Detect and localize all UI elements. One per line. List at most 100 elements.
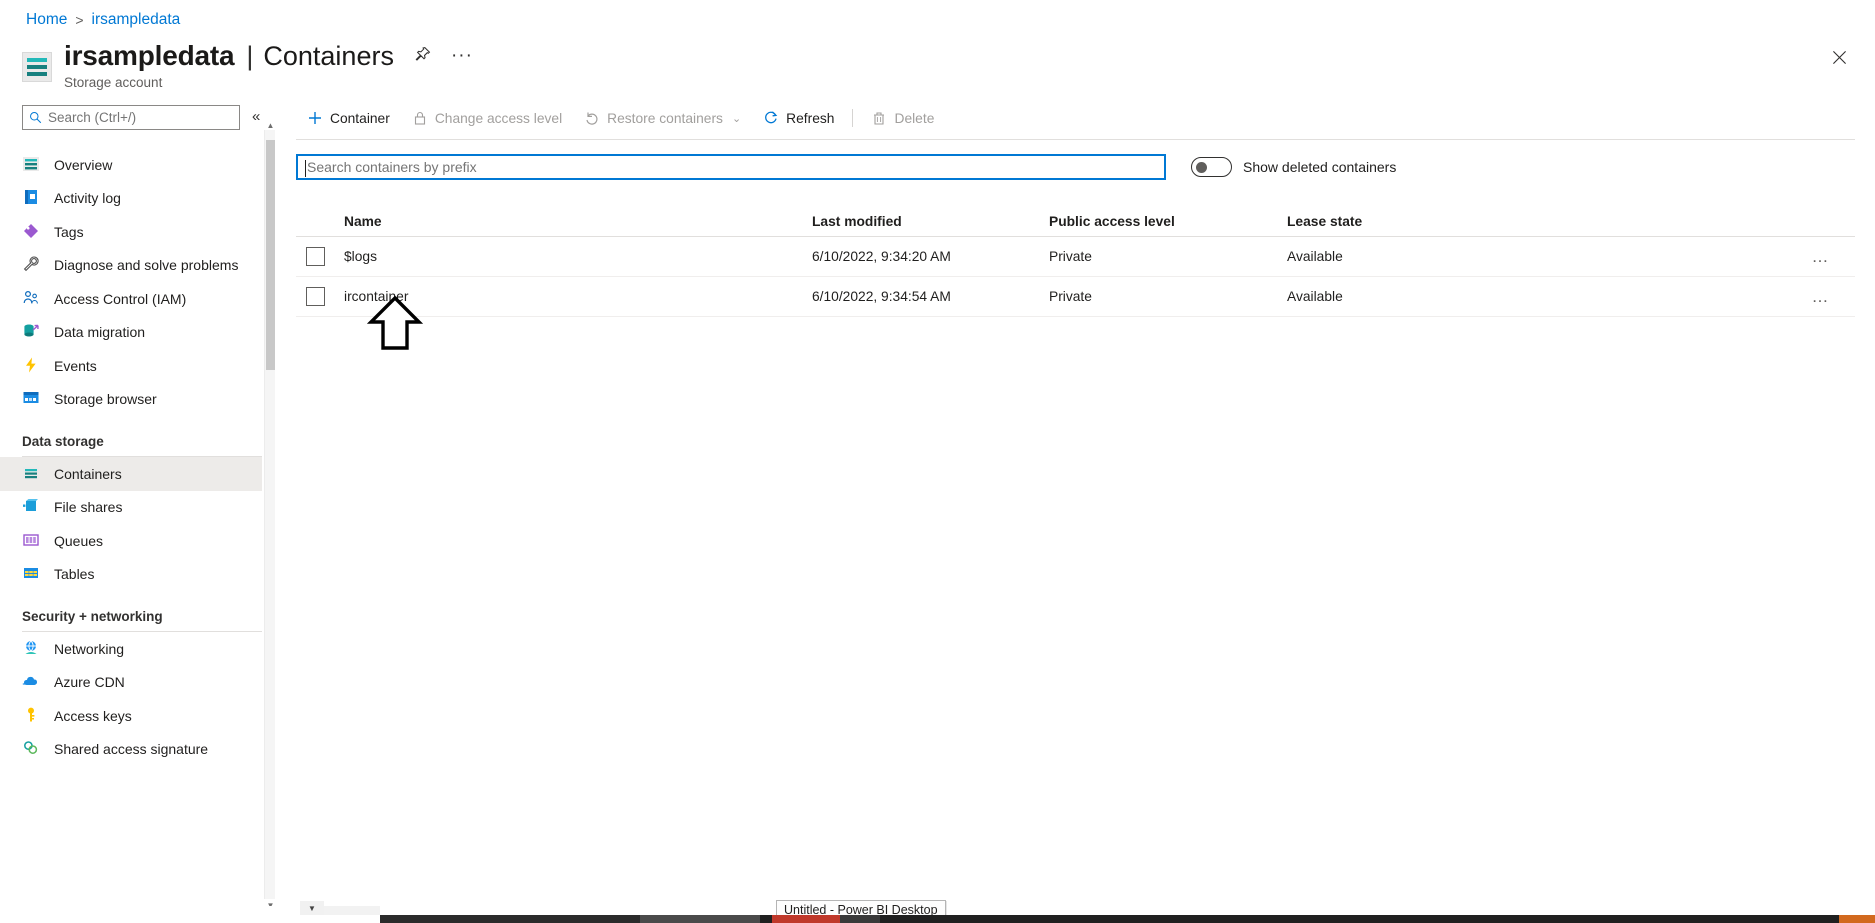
annotation-up-arrow-icon <box>366 295 424 357</box>
refresh-button[interactable]: Refresh <box>752 103 845 133</box>
events-icon <box>22 356 42 376</box>
sidebar-item-label: Access keys <box>54 707 132 724</box>
sidebar-item-file-shares[interactable]: File shares <box>0 491 262 525</box>
cell-name[interactable]: $logs <box>344 249 812 264</box>
azure-portal-containers-page: Home > irsampledata irsampledata | Conta… <box>0 0 1875 923</box>
key-icon <box>22 706 42 726</box>
add-container-button[interactable]: Container <box>296 103 401 133</box>
row-more-options-icon[interactable]: … <box>1812 287 1831 306</box>
page-title-row: irsampledata | Containers ··· Storage ac… <box>22 40 1855 92</box>
link-icon <box>22 739 42 759</box>
delete-label: Delete <box>894 110 935 126</box>
taskbar-segment-active[interactable] <box>1839 915 1875 923</box>
sidebar-item-label: Queues <box>54 532 104 549</box>
main-content: Container Change access level Restore co… <box>296 100 1855 907</box>
prefix-search-input[interactable] <box>304 159 1158 175</box>
sidebar-item-label: Tags <box>54 223 84 240</box>
sidebar-item-azure-cdn[interactable]: Azure CDN <box>0 666 262 700</box>
close-icon[interactable] <box>1825 43 1853 71</box>
sidebar-item-label: Networking <box>54 640 125 657</box>
toolbar-rule <box>296 139 1855 140</box>
taskbar-segment-recording[interactable] <box>772 915 840 923</box>
sidebar-item-networking[interactable]: Networking <box>0 632 262 666</box>
table-row[interactable]: ircontainer 6/10/2022, 9:34:54 AM Privat… <box>296 277 1855 317</box>
toolbar-divider <box>852 109 854 127</box>
sidebar-item-containers[interactable]: Containers <box>0 457 262 491</box>
row-checkbox[interactable] <box>306 247 325 266</box>
taskbar-segment[interactable] <box>380 915 640 923</box>
sidebar-item-data-migration[interactable]: Data migration <box>0 316 262 350</box>
sidebar-item-label: Events <box>54 357 97 374</box>
sidebar-group-security-networking: Security + networking <box>22 609 163 624</box>
sidebar-item-access-control[interactable]: Access Control (IAM) <box>0 282 262 316</box>
sidebar-item-access-keys[interactable]: Access keys <box>0 699 262 733</box>
refresh-label: Refresh <box>786 110 835 126</box>
taskbar-caret-icon[interactable]: ▼ <box>300 901 324 915</box>
pin-icon[interactable] <box>414 46 431 68</box>
sidebar-item-tables[interactable]: Tables <box>0 558 262 592</box>
tables-icon <box>22 564 42 584</box>
prefix-search-field[interactable] <box>296 154 1166 180</box>
sidebar-item-label: Storage browser <box>54 391 157 408</box>
sidebar-item-events[interactable]: Events <box>0 349 262 383</box>
row-checkbox[interactable] <box>306 287 325 306</box>
table-row[interactable]: $logs 6/10/2022, 9:34:20 AM Private Avai… <box>296 237 1855 277</box>
sidebar-scrollbar[interactable]: ▲ ▼ <box>264 121 275 910</box>
sidebar-item-label: Tables <box>54 566 95 583</box>
search-icon <box>29 111 42 124</box>
sidebar-item-queues[interactable]: Queues <box>0 524 262 558</box>
cell-lease-state: Available <box>1287 289 1343 304</box>
horizontal-scrollbar-thumb[interactable] <box>0 906 300 915</box>
restore-icon <box>584 110 600 126</box>
scroll-up-arrow-icon[interactable]: ▲ <box>265 120 276 131</box>
more-options-icon[interactable]: ··· <box>451 45 473 67</box>
row-more-options-icon[interactable]: … <box>1812 247 1831 266</box>
lock-icon <box>412 110 428 126</box>
column-header-last-modified[interactable]: Last modified <box>812 214 1049 229</box>
sidebar-scrollbar-thumb[interactable] <box>266 140 275 370</box>
show-deleted-containers-toggle[interactable] <box>1191 157 1232 177</box>
sidebar-search-box[interactable] <box>22 105 240 130</box>
title-divider: | <box>246 41 254 71</box>
taskbar-segment[interactable] <box>640 915 760 923</box>
sidebar-nav-list: Overview Activity log Tags Diagnose and … <box>0 140 262 766</box>
row-menu-cell: … <box>1795 247 1855 267</box>
breadcrumb-current-link[interactable]: irsampledata <box>92 11 181 29</box>
sidebar-item-label: File shares <box>54 499 123 516</box>
sidebar-item-overview[interactable]: Overview <box>0 148 262 182</box>
networking-icon <box>22 639 42 659</box>
restore-containers-button[interactable]: Restore containers ⌄ <box>573 103 752 133</box>
taskbar-segment[interactable] <box>840 915 880 923</box>
plus-icon <box>307 110 323 126</box>
change-access-level-label: Change access level <box>434 110 563 126</box>
sidebar-item-activity-log[interactable]: Activity log <box>0 182 262 216</box>
sidebar: Overview Activity log Tags Diagnose and … <box>0 100 262 907</box>
page-section-title: Containers <box>263 41 394 71</box>
text-caret <box>305 160 306 177</box>
collapse-sidebar-button[interactable]: « <box>252 108 260 125</box>
delete-button[interactable]: Delete <box>860 103 945 133</box>
storage-browser-icon <box>22 389 42 409</box>
breadcrumb: Home > irsampledata <box>26 11 180 29</box>
column-header-public-access-level[interactable]: Public access level <box>1049 214 1287 229</box>
sidebar-item-tags[interactable]: Tags <box>0 215 262 249</box>
sidebar-item-label: Data migration <box>54 324 146 341</box>
sidebar-item-storage-browser[interactable]: Storage browser <box>0 383 262 417</box>
sidebar-item-label: Overview <box>54 156 113 173</box>
change-access-level-button[interactable]: Change access level <box>401 103 573 133</box>
sidebar-search-input[interactable] <box>48 110 233 125</box>
restore-containers-label: Restore containers <box>607 110 723 126</box>
sidebar-item-label: Containers <box>54 465 122 482</box>
cell-last-modified: 6/10/2022, 9:34:54 AM <box>812 289 951 304</box>
breadcrumb-home-link[interactable]: Home <box>26 11 67 29</box>
column-header-lease-state[interactable]: Lease state <box>1287 214 1795 229</box>
cell-public-access-level: Private <box>1049 249 1092 264</box>
row-menu-cell: … <box>1795 287 1855 307</box>
containers-table: Name Last modified Public access level L… <box>296 207 1855 317</box>
show-deleted-containers-label: Show deleted containers <box>1243 159 1397 175</box>
sidebar-item-shared-access-signature[interactable]: Shared access signature <box>0 733 262 767</box>
cloud-icon <box>22 672 42 692</box>
storage-account-icon <box>22 52 52 82</box>
sidebar-item-diagnose[interactable]: Diagnose and solve problems <box>0 249 262 283</box>
column-header-name[interactable]: Name <box>344 214 812 229</box>
